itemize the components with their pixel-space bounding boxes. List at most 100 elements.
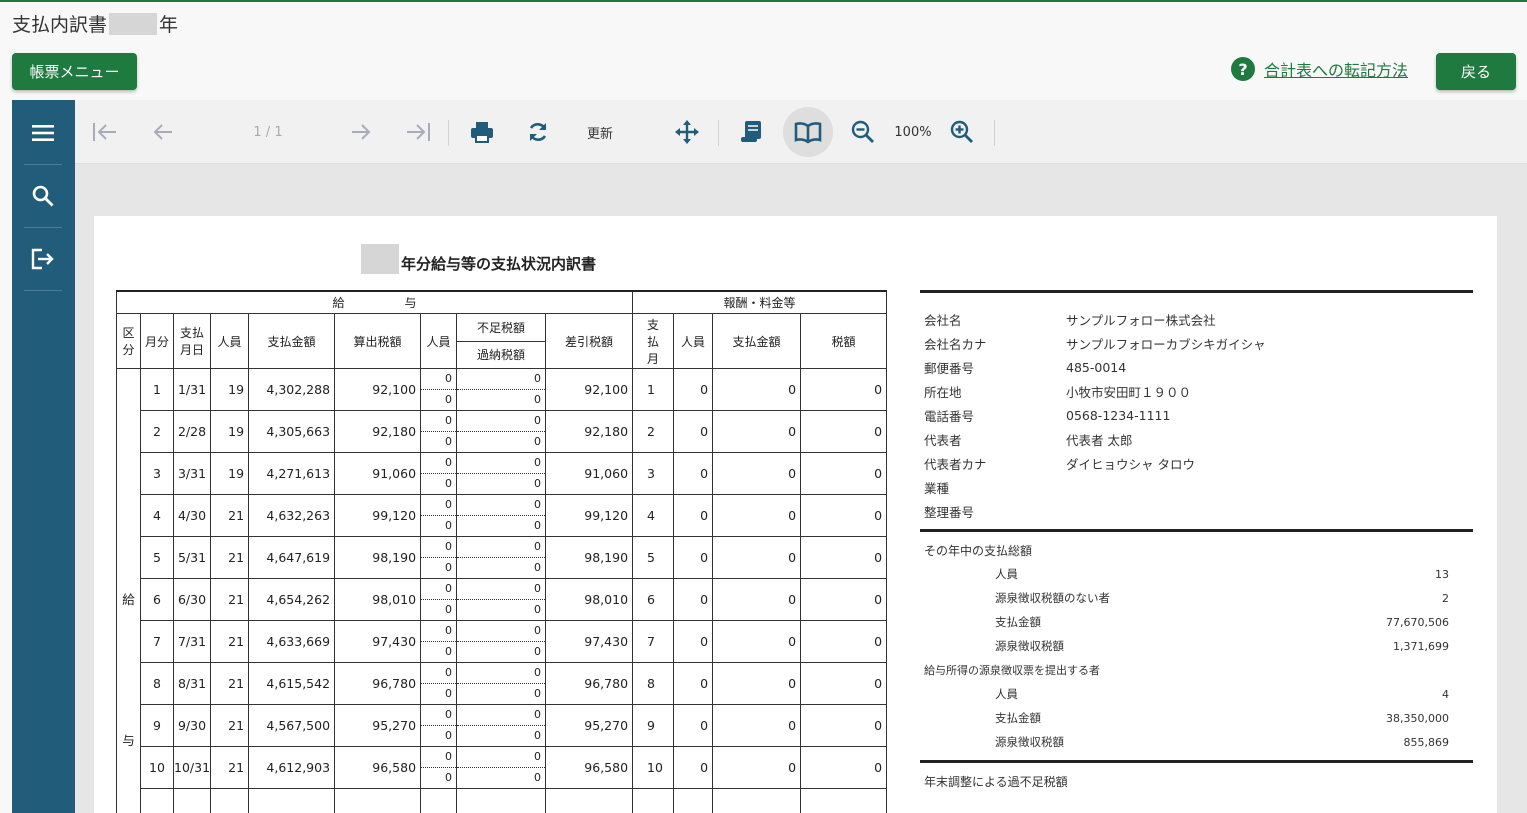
over-tax-value: 0: [534, 477, 542, 490]
summary-key: 源泉徴収税額: [995, 639, 1064, 653]
book-view-icon[interactable]: [783, 107, 833, 157]
fee-persons-cell: 0: [673, 746, 714, 789]
page-title-prefix: 支払内訳書: [12, 14, 108, 36]
empty-cell: [456, 788, 547, 813]
persons2-top: 0: [421, 706, 456, 726]
menu-icon[interactable]: [24, 113, 62, 153]
persons-cell: 21: [210, 662, 250, 705]
empty-cell: [420, 788, 458, 813]
net-tax-cell: 98,010: [545, 578, 634, 621]
fee-tax-cell: 0: [800, 536, 888, 579]
last-page-icon[interactable]: [401, 112, 435, 152]
zoom-out-icon[interactable]: [846, 112, 880, 152]
table-row: 9 9/30 21 4,567,500 95,270 0 0 0 0 95,270 9 0 0 0: [117, 704, 888, 747]
previous-page-icon[interactable]: [147, 112, 179, 152]
amount-cell: 4,302,288: [248, 368, 336, 411]
computed-tax-cell: 98,190: [334, 536, 422, 579]
short-over-cell: 00: [456, 494, 547, 537]
persons2-cell: 00: [420, 662, 458, 705]
company-info-row: 郵便番号 485-0014: [920, 355, 1473, 379]
company-info-key: 代表者: [924, 432, 962, 448]
company-info-row: 代表者 代表者 太郎: [920, 427, 1473, 451]
fee-persons-cell: 0: [673, 494, 714, 537]
fee-amount-cell: 0: [712, 452, 802, 495]
short-over-cell: 00: [456, 452, 547, 495]
summary-key: 人員: [995, 687, 1018, 701]
pay-date-cell: 9/30: [172, 704, 212, 747]
back-button[interactable]: 戻る: [1436, 53, 1516, 90]
company-info-row: 整理番号: [920, 499, 1473, 523]
month-cell: 10: [140, 746, 174, 789]
search-icon[interactable]: [24, 176, 62, 216]
persons-cell: 21: [210, 746, 250, 789]
amount-cell: 4,647,619: [248, 536, 336, 579]
fee-persons-cell: 0: [673, 578, 714, 621]
help-link-group[interactable]: ? 合計表への転記方法: [1231, 57, 1408, 81]
summary-key: 人員: [995, 567, 1018, 581]
pay-date-cell: 5/31: [172, 536, 212, 579]
pay-month-cell: 5: [632, 536, 675, 579]
next-page-icon[interactable]: [345, 112, 377, 152]
over-tax-value: 0: [534, 645, 542, 658]
submit-title: 給与所得の源泉徴収票を提出する者: [924, 664, 1100, 677]
col-fee-tax: 税額: [800, 313, 888, 369]
fee-amount-cell: 0: [712, 578, 802, 621]
amount-cell: 4,305,663: [248, 410, 336, 453]
net-tax-cell: 95,270: [545, 704, 634, 747]
short-over-cell: 00: [456, 620, 547, 663]
persons2-bottom: 0: [445, 519, 453, 532]
short-over-cell: 00: [456, 662, 547, 705]
pay-month-cell: 6: [632, 578, 675, 621]
persons2-top: 0: [421, 622, 456, 642]
company-info-key: 会社名: [924, 312, 962, 328]
summary-title: その年中の支払総額: [924, 543, 1033, 558]
print-icon[interactable]: [464, 112, 500, 152]
net-tax-cell: 92,180: [545, 410, 634, 453]
payment-table: 給 与 報酬・料金等 区分 月分 支払月日 人員 支払金額 算出税額 人員 不足…: [115, 290, 888, 813]
page-indicator[interactable]: 1 / 1: [225, 112, 311, 152]
amount-cell: 4,632,263: [248, 494, 336, 537]
top-accent-line: [0, 0, 1527, 2]
persons2-bottom: 0: [445, 561, 453, 574]
summary-row: 源泉徴収税額 855,869: [920, 730, 1473, 754]
question-circle-icon[interactable]: ?: [1231, 57, 1255, 81]
persons2-top: 0: [421, 538, 456, 558]
short-tax-value: 0: [457, 622, 545, 642]
company-info-key: 所在地: [924, 384, 962, 400]
company-info-value: 485-0014: [1066, 359, 1127, 375]
export-icon[interactable]: [24, 239, 62, 279]
move-icon[interactable]: [669, 112, 705, 152]
transfer-method-link[interactable]: 合計表への転記方法: [1264, 57, 1408, 81]
persons-cell: 19: [210, 410, 250, 453]
persons2-bottom: 0: [445, 393, 453, 406]
zoom-level[interactable]: 100%: [887, 112, 939, 152]
viewer-sidebar: [12, 100, 75, 813]
short-tax-value: 0: [457, 706, 545, 726]
zoom-in-icon[interactable]: [945, 112, 979, 152]
refresh-label[interactable]: 更新: [575, 112, 625, 152]
table-row: 8 8/31 21 4,615,542 96,780 0 0 0 0 96,780 8 0 0 0: [117, 662, 888, 705]
computed-tax-cell: 92,180: [334, 410, 422, 453]
continuous-scroll-icon[interactable]: [733, 112, 771, 152]
persons-cell: 21: [210, 578, 250, 621]
summary-row: 人員 13: [920, 562, 1473, 586]
persons2-cell: 00: [420, 536, 458, 579]
table-header-row: 区分 月分 支払月日 人員 支払金額 算出税額 人員 不足税額 過納税額 差引税…: [116, 313, 888, 369]
persons2-cell: 00: [420, 494, 458, 537]
first-page-icon[interactable]: [89, 112, 121, 152]
col-short-over-tax: 不足税額 過納税額: [456, 313, 547, 369]
adjust-title: 年末調整による過不足税額: [924, 774, 1068, 789]
redacted-year: [361, 244, 399, 274]
summary-key: 源泉徴収税額のない者: [995, 591, 1110, 605]
col-month: 月分: [140, 313, 174, 369]
summary-value: 1,371,699: [1393, 639, 1449, 653]
refresh-icon[interactable]: [521, 112, 555, 152]
persons2-cell: 00: [420, 410, 458, 453]
company-info-row: 代表者カナ ダイヒョウシャ タロウ: [920, 451, 1473, 475]
computed-tax-cell: 97,430: [334, 620, 422, 663]
pay-date-cell: 2/28: [172, 410, 212, 453]
persons-cell: 21: [210, 620, 250, 663]
net-tax-cell: 97,430: [545, 620, 634, 663]
persons2-top: 0: [421, 496, 456, 516]
report-menu-button[interactable]: 帳票メニュー: [12, 53, 137, 90]
